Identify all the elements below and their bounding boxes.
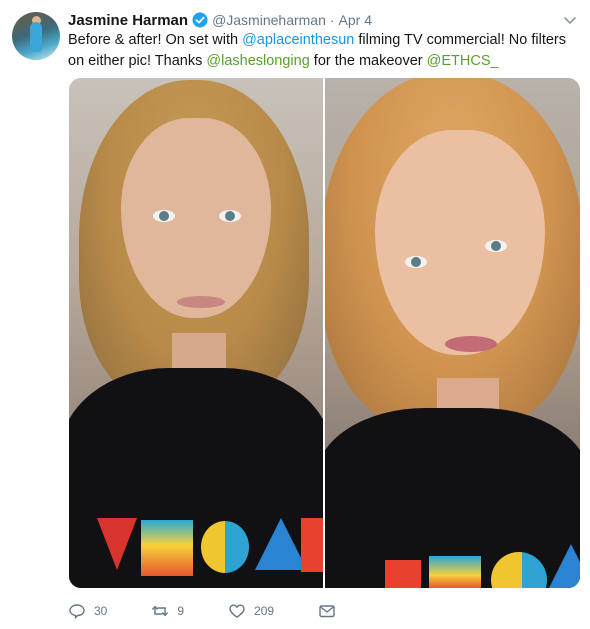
- like-icon: [229, 604, 245, 618]
- avatar[interactable]: [12, 12, 60, 60]
- retweet-count: 9: [177, 604, 185, 618]
- like-count: 209: [254, 604, 275, 618]
- reply-button[interactable]: 30: [68, 602, 107, 620]
- before-photo[interactable]: [69, 78, 323, 588]
- like-button[interactable]: 209: [228, 602, 274, 620]
- separator-dot: ·: [329, 12, 335, 28]
- text-part: Before & after! On set with: [68, 32, 243, 48]
- chevron-down-icon[interactable]: [562, 12, 578, 28]
- tweet-card[interactable]: Jasmine Harman @Jasmineharman · Apr 4 Be…: [0, 0, 590, 629]
- retweet-button[interactable]: 9: [151, 602, 184, 620]
- retweet-icon: [152, 605, 169, 617]
- media-grid: [69, 78, 580, 588]
- tweet-date[interactable]: Apr 4: [339, 12, 372, 28]
- verified-icon: [192, 12, 208, 28]
- author-handle[interactable]: @Jasmineharman: [212, 12, 326, 28]
- mention-link[interactable]: @lasheslonging: [206, 53, 309, 69]
- message-icon: [319, 605, 335, 618]
- reply-count: 30: [94, 604, 108, 618]
- after-photo[interactable]: [325, 78, 580, 588]
- tweet-text: Before & after! On set with @aplaceinthe…: [68, 30, 580, 72]
- reply-icon: [69, 604, 85, 619]
- tweet-header: Jasmine Harman @Jasmineharman · Apr 4: [68, 10, 578, 30]
- author-name[interactable]: Jasmine Harman: [68, 12, 188, 29]
- direct-message-button[interactable]: [318, 602, 336, 620]
- mention-link[interactable]: @aplaceinthesun: [242, 32, 354, 48]
- text-part: for the makeover: [309, 53, 427, 69]
- action-bar: 30 9 209: [68, 600, 380, 622]
- mention-link[interactable]: @ETHCS_: [427, 53, 499, 69]
